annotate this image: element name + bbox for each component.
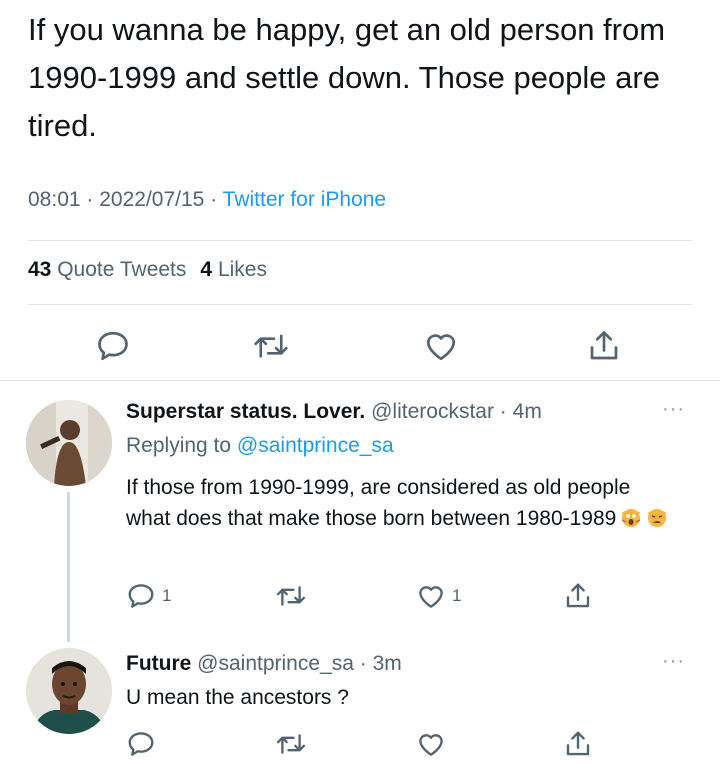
reply-button[interactable]: 1 <box>126 576 171 616</box>
reply-button[interactable] <box>95 326 131 366</box>
likes-count: 4 <box>200 258 213 281</box>
like-count: 1 <box>452 586 462 605</box>
heart-icon <box>419 586 443 608</box>
more-button[interactable]: ··· <box>662 650 685 673</box>
tweet-time[interactable]: 08:01 <box>28 188 81 211</box>
reply-text: U mean the ancestors ? <box>126 686 349 709</box>
thread-line <box>67 492 70 642</box>
like-button[interactable] <box>416 724 452 764</box>
reply-icon <box>98 331 128 361</box>
meta-separator: · <box>499 400 507 423</box>
reply-author-name[interactable]: Future <box>126 652 191 675</box>
more-button[interactable]: ··· <box>662 398 685 421</box>
reply-actions <box>0 724 720 764</box>
share-icon <box>590 331 618 360</box>
retweet-button[interactable] <box>275 724 313 764</box>
reply-icon <box>128 732 154 756</box>
divider <box>28 304 692 305</box>
avatar[interactable] <box>26 400 112 486</box>
share-button[interactable] <box>586 326 622 366</box>
replying-to-label: Replying to <box>126 434 232 457</box>
share-button[interactable] <box>563 724 593 764</box>
reply-header: Superstar status. Lover. @literockstar ·… <box>126 400 542 424</box>
quote-tweets-count: 43 <box>28 258 52 281</box>
reply-separator <box>0 380 720 381</box>
heart-icon <box>426 334 456 361</box>
tweet-stats: 43 Quote Tweets 4 Likes <box>28 258 267 282</box>
scream-cat-emoji <box>622 509 641 527</box>
like-button[interactable] <box>423 326 459 366</box>
replying-to: Replying to @saintprince_sa <box>126 434 394 458</box>
heart-icon <box>419 734 443 756</box>
more-icon: ··· <box>662 398 685 420</box>
reply-text: If those from 1990-1999, are considered … <box>126 472 671 534</box>
tweet-meta: 08:01 · 2022/07/15 · Twitter for iPhone <box>28 188 386 212</box>
retweet-button[interactable] <box>275 576 313 616</box>
like-button[interactable]: 1 <box>416 576 461 616</box>
tweet-actions <box>0 326 720 366</box>
quote-tweets-stat[interactable]: 43 Quote Tweets <box>28 258 186 281</box>
reply-text-content: If those from 1990-1999, are considered … <box>126 476 631 530</box>
tweet-date[interactable]: 2022/07/15 <box>99 188 204 211</box>
retweet-button[interactable] <box>252 326 290 366</box>
likes-stat[interactable]: 4 Likes <box>200 258 267 281</box>
reply-author-name[interactable]: Superstar status. Lover. <box>126 400 365 423</box>
share-icon <box>566 731 590 756</box>
meta-separator: · <box>359 652 367 675</box>
meta-separator: · <box>86 188 94 211</box>
reply-author-handle[interactable]: @saintprince_sa <box>197 652 354 675</box>
reply-icon <box>128 584 154 608</box>
reply-author-handle[interactable]: @literockstar <box>371 400 494 423</box>
share-icon <box>566 583 590 608</box>
reply-count: 1 <box>162 586 172 605</box>
reply-button[interactable] <box>126 724 162 764</box>
reply-actions: 1 1 <box>0 576 720 616</box>
replying-to-mention[interactable]: @saintprince_sa <box>237 434 394 457</box>
meta-separator: · <box>210 188 218 211</box>
weary-cat-emoji <box>648 509 667 527</box>
retweet-icon <box>276 586 306 606</box>
reply-time[interactable]: 4m <box>513 400 542 423</box>
likes-label: Likes <box>217 258 267 281</box>
tweet-text: If you wanna be happy, get an old person… <box>28 12 666 143</box>
avatar[interactable] <box>26 648 112 734</box>
tweet-source[interactable]: Twitter for iPhone <box>223 188 386 211</box>
retweet-icon <box>276 734 306 754</box>
reply-time[interactable]: 3m <box>373 652 402 675</box>
share-button[interactable] <box>563 576 593 616</box>
quote-tweets-label: Quote Tweets <box>57 258 187 281</box>
more-icon: ··· <box>662 650 685 672</box>
retweet-icon <box>254 334 288 358</box>
divider <box>28 240 692 241</box>
reply-header: Future @saintprince_sa · 3m <box>126 652 402 676</box>
